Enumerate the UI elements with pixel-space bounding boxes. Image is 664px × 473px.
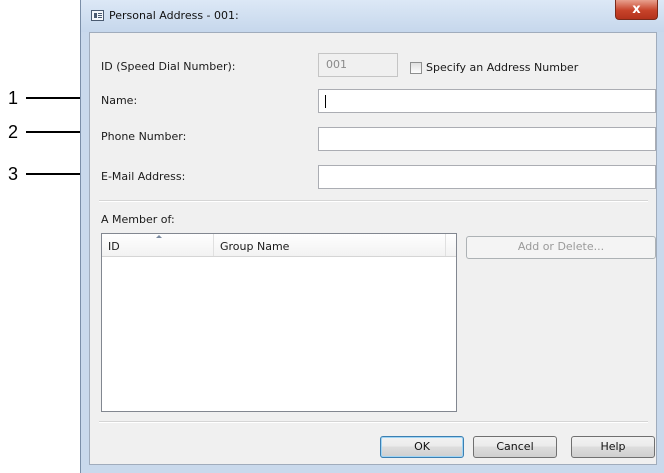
add-or-delete-button[interactable]: Add or Delete... [466,236,656,259]
specify-address-number-checkbox[interactable] [410,62,422,74]
callout-number: 2 [8,122,19,142]
window-title: Personal Address - 001: [109,9,239,22]
callout-number: 1 [8,88,19,108]
sort-ascending-icon [156,235,162,238]
column-header-group-name-label: Group Name [220,240,290,253]
id-field: 001 [318,53,398,77]
dialog-body: ID (Speed Dial Number): 001 Specify an A… [89,32,657,465]
close-button[interactable]: x [615,0,658,20]
column-header-id-label: ID [108,240,120,253]
id-label: ID (Speed Dial Number): [101,60,236,73]
help-label: Help [600,440,626,453]
email-address-input[interactable] [318,165,656,189]
email-address-label: E-Mail Address: [101,170,186,183]
id-value: 001 [326,58,347,71]
member-of-label: A Member of: [101,213,175,226]
group-list[interactable]: ID Group Name [101,233,457,412]
separator [99,421,648,423]
ok-label: OK [414,440,430,453]
cancel-button[interactable]: Cancel [473,436,557,458]
group-list-header: ID Group Name [102,234,456,257]
phone-number-input[interactable] [318,127,656,151]
add-or-delete-label: Add or Delete... [517,240,605,253]
close-icon: x [632,2,641,17]
text-caret [325,95,326,108]
ok-button[interactable]: OK [380,436,464,458]
help-button[interactable]: Help [571,436,655,458]
personal-address-dialog: Personal Address - 001: x ID (Speed Dial… [80,0,664,473]
name-label: Name: [101,94,138,107]
title-bar[interactable]: Personal Address - 001: x [81,0,664,32]
callout-number: 3 [8,164,19,184]
phone-number-label: Phone Number: [101,130,187,143]
address-card-icon [91,10,104,21]
separator [99,200,648,202]
cancel-label: Cancel [496,440,534,453]
name-input[interactable] [318,89,656,113]
column-header-id[interactable]: ID [102,234,214,256]
specify-address-number-label[interactable]: Specify an Address Number [426,61,578,74]
column-header-group-name[interactable]: Group Name [214,234,446,256]
